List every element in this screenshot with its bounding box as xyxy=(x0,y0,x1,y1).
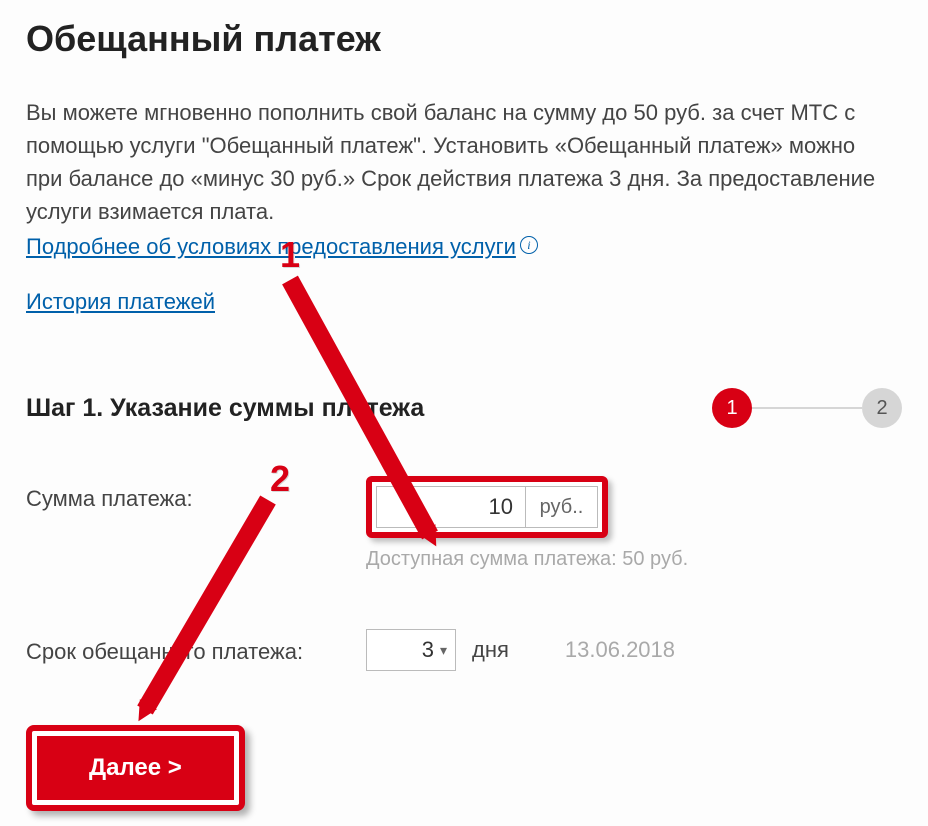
description-block: Вы можете мгновенно пополнить свой балан… xyxy=(26,96,886,318)
step-indicator: 1 2 xyxy=(712,388,902,428)
term-label: Срок обещанного платежа: xyxy=(26,629,366,665)
amount-input[interactable] xyxy=(376,486,526,528)
payment-history-link[interactable]: История платежей xyxy=(26,285,215,318)
next-button-highlight-box: Далее > xyxy=(26,725,245,811)
annotation-number-1: 1 xyxy=(280,234,300,276)
chevron-down-icon: ▾ xyxy=(440,642,447,659)
page-title: Обещанный платеж xyxy=(26,18,902,60)
amount-unit: руб.. xyxy=(526,486,598,528)
step-connector xyxy=(752,407,862,409)
next-button[interactable]: Далее > xyxy=(37,736,234,800)
step-2-indicator[interactable]: 2 xyxy=(862,388,902,428)
annotation-number-2: 2 xyxy=(270,458,290,500)
term-value: 3 xyxy=(422,637,434,663)
info-icon[interactable]: i xyxy=(520,236,538,254)
amount-label: Сумма платежа: xyxy=(26,476,366,512)
step-title: Шаг 1. Указание суммы платежа xyxy=(26,394,424,423)
more-conditions-link[interactable]: Подробнее об условиях предоставления усл… xyxy=(26,230,516,263)
term-unit: дня xyxy=(472,637,509,663)
form: Сумма платежа: руб.. Доступная сумма пла… xyxy=(26,476,902,671)
amount-highlight-box: руб.. xyxy=(366,476,608,538)
available-amount-text: Доступная сумма платежа: 50 руб. xyxy=(366,548,902,571)
step-header: Шаг 1. Указание суммы платежа 1 2 xyxy=(26,388,902,428)
term-select[interactable]: 3 ▾ xyxy=(366,629,456,671)
term-date: 13.06.2018 xyxy=(565,637,675,663)
step-1-indicator: 1 xyxy=(712,388,752,428)
description-text: Вы можете мгновенно пополнить свой балан… xyxy=(26,96,886,228)
